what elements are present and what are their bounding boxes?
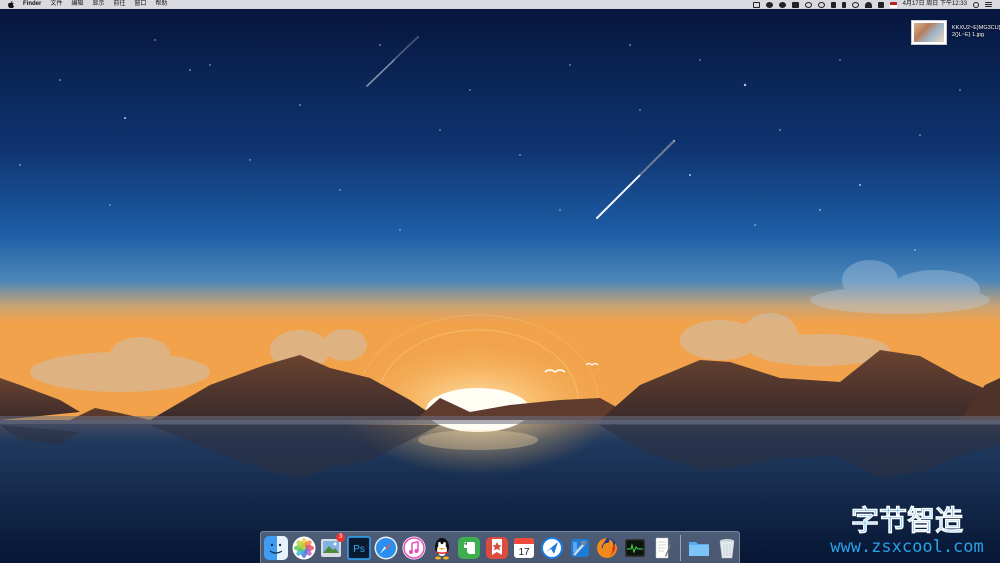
wunderlist-icon[interactable] [485,536,509,560]
trash-icon[interactable] [715,536,739,560]
photos-icon[interactable] [292,536,316,560]
aperture-icon[interactable] [817,1,825,8]
watermark-url: www.zsxcool.com [830,537,984,557]
cloud-upload-icon[interactable] [765,1,773,8]
preview-icon[interactable]: 3 [319,532,346,560]
screen-record-icon[interactable] [752,1,760,8]
menu-bar: Finder 文件 编辑 显示 前往 窗口 帮助 4月17日 周日 下午12:3… [0,0,1000,9]
volume-icon[interactable] [877,1,884,8]
desktop-file-name[interactable]: KKXU2~E}MG3CU} 2(}L~E} 1.jpg [952,25,1000,39]
dock-separator [679,534,681,561]
activity-monitor-icon[interactable] [623,536,647,560]
folder-icon[interactable] [687,536,711,560]
menu-file[interactable]: 文件 [50,0,62,9]
menu-edit[interactable]: 编辑 [71,0,83,9]
safari-icon[interactable] [374,536,398,560]
pdf-icon[interactable] [830,1,836,8]
calendar-icon[interactable]: 17 [512,536,536,560]
photoshop-icon[interactable]: Ps [347,535,371,560]
dropbox-icon[interactable] [791,1,799,8]
menu-help[interactable]: 帮助 [155,0,167,9]
firefox-icon[interactable] [595,536,619,560]
wifi-icon[interactable] [864,1,872,8]
menu-window[interactable]: 窗口 [134,0,146,9]
xcode-icon[interactable] [568,536,592,560]
evernote-icon[interactable] [457,536,481,560]
menu-app-name[interactable]: Finder [23,0,41,9]
handoff-icon[interactable] [804,1,812,8]
qq-icon[interactable] [430,536,454,560]
calendar-date: 17 [519,547,531,558]
watermark-title: 字节智造 [851,504,963,537]
photoshop-label: Ps [353,544,365,555]
spotlight-icon[interactable] [973,1,979,8]
dock: 3 Ps 17 [260,531,740,563]
paw-icon[interactable] [540,536,564,560]
menu-clock[interactable]: 4月17日 周日 下午12:33 [903,0,967,9]
site-watermark: 字节智造 www.zsxcool.com [830,504,984,557]
menu-view[interactable]: 显示 [92,0,104,9]
itunes-icon[interactable] [402,536,426,560]
us-flag-icon[interactable] [889,1,897,8]
preview-badge: 3 [336,532,346,542]
notification-center-icon[interactable] [985,2,992,7]
desktop-file-icon[interactable]: KKXU2~E}MG3CU} 2(}L~E} 1.jpg [910,18,1000,48]
apple-logo-icon[interactable] [8,1,14,8]
desktop-wallpaper [0,0,1000,563]
bluetooth-icon[interactable] [841,1,846,8]
menu-go[interactable]: 前往 [113,0,125,9]
qq-status-icon[interactable] [778,1,786,8]
image-thumbnail[interactable] [911,20,947,45]
textedit-icon[interactable] [650,536,674,560]
finder-icon[interactable] [264,535,288,560]
time-machine-icon[interactable] [851,1,859,8]
